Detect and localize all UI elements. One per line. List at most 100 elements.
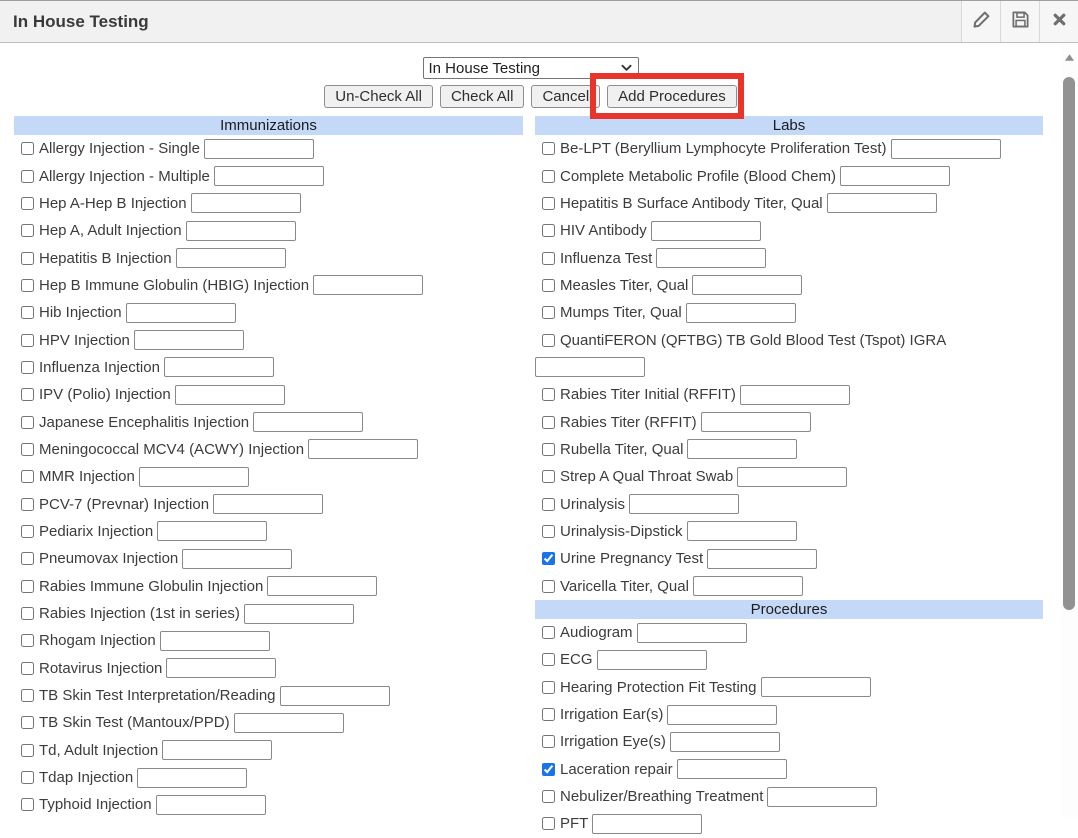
checkbox-hiv-antibody[interactable] <box>542 224 555 237</box>
checkbox-measles-titer-qual[interactable] <box>542 279 555 292</box>
save-button[interactable] <box>1000 1 1039 42</box>
checkbox-hep-a-hep-b-injection[interactable] <box>21 197 34 210</box>
count-input-tdap-injection[interactable] <box>137 768 247 788</box>
add-procedures-button[interactable]: Add Procedures <box>607 85 737 108</box>
count-input-rabies-titer-initial-rffit[interactable] <box>740 385 850 405</box>
count-input-influenza-test[interactable] <box>656 248 766 268</box>
count-input-hep-a-hep-b-injection[interactable] <box>191 193 301 213</box>
checkbox-allergy-injection-multiple[interactable] <box>21 170 34 183</box>
checkbox-hpv-injection[interactable] <box>21 334 34 347</box>
vertical-scrollbar[interactable] <box>1061 44 1078 817</box>
checkbox-rabies-titer-rffit[interactable] <box>542 416 555 429</box>
checkbox-mmr-injection[interactable] <box>21 470 34 483</box>
checkbox-pcv-7-prevnar-injection[interactable] <box>21 498 34 511</box>
count-input-rhogam-injection[interactable] <box>160 631 270 651</box>
count-input-influenza-injection[interactable] <box>164 357 274 377</box>
checkbox-hep-b-immune-globulin-hbig-injection[interactable] <box>21 279 34 292</box>
checkbox-tb-skin-test-mantoux-ppd[interactable] <box>21 716 34 729</box>
checkbox-hearing-protection-fit-testing[interactable] <box>542 681 555 694</box>
count-input-hearing-protection-fit-testing[interactable] <box>761 677 871 697</box>
count-input-quantiferon-qftbg-tb-gold-blood-test-tspot-igra[interactable] <box>535 357 645 377</box>
checkbox-japanese-encephalitis-injection[interactable] <box>21 416 34 429</box>
scroll-up-icon[interactable] <box>1063 50 1076 64</box>
check-all-button[interactable]: Check All <box>440 85 525 108</box>
count-input-hepatitis-b-injection[interactable] <box>176 248 286 268</box>
checkbox-influenza-injection[interactable] <box>21 361 34 374</box>
count-input-urine-pregnancy-test[interactable] <box>707 549 817 569</box>
checkbox-ipv-polio-injection[interactable] <box>21 388 34 401</box>
checkbox-tdap-injection[interactable] <box>21 771 34 784</box>
checkbox-urine-pregnancy-test[interactable] <box>542 552 555 565</box>
checkbox-complete-metabolic-profile-blood-chem[interactable] <box>542 170 555 183</box>
checkbox-be-lpt-beryllium-lymphocyte-proliferation-test[interactable] <box>542 142 555 155</box>
count-input-meningococcal-mcv4-acwy-injection[interactable] <box>308 439 418 459</box>
checkbox-pft[interactable] <box>542 817 555 830</box>
count-input-japanese-encephalitis-injection[interactable] <box>253 412 363 432</box>
cancel-button[interactable]: Cancel <box>531 85 600 108</box>
checkbox-hib-injection[interactable] <box>21 306 34 319</box>
checkbox-hep-a-adult-injection[interactable] <box>21 224 34 237</box>
count-input-hpv-injection[interactable] <box>134 330 244 350</box>
count-input-typhoid-injection[interactable] <box>156 795 266 815</box>
checkbox-rhogam-injection[interactable] <box>21 634 34 647</box>
count-input-varicella-titer-qual[interactable] <box>693 576 803 596</box>
count-input-mmr-injection[interactable] <box>139 467 249 487</box>
count-input-pneumovax-injection[interactable] <box>182 549 292 569</box>
checkbox-allergy-injection-single[interactable] <box>21 142 34 155</box>
count-input-allergy-injection-multiple[interactable] <box>214 166 324 186</box>
count-input-strep-a-qual-throat-swab[interactable] <box>737 467 847 487</box>
checkbox-typhoid-injection[interactable] <box>21 798 34 811</box>
checkbox-rabies-injection-1st-in-series[interactable] <box>21 607 34 620</box>
count-input-be-lpt-beryllium-lymphocyte-proliferation-test[interactable] <box>891 139 1001 159</box>
checkbox-varicella-titer-qual[interactable] <box>542 580 555 593</box>
count-input-urinalysis[interactable] <box>629 494 739 514</box>
count-input-hiv-antibody[interactable] <box>651 221 761 241</box>
checkbox-pneumovax-injection[interactable] <box>21 552 34 565</box>
count-input-audiogram[interactable] <box>637 623 747 643</box>
checkbox-laceration-repair[interactable] <box>542 763 555 776</box>
checkbox-hepatitis-b-injection[interactable] <box>21 252 34 265</box>
count-input-hepatitis-b-surface-antibody-titer-qual[interactable] <box>827 193 937 213</box>
checkbox-influenza-test[interactable] <box>542 252 555 265</box>
count-input-nebulizer-breathing-treatment[interactable] <box>767 787 877 807</box>
checkbox-hepatitis-b-surface-antibody-titer-qual[interactable] <box>542 197 555 210</box>
checkbox-strep-a-qual-throat-swab[interactable] <box>542 470 555 483</box>
count-input-rotavirus-injection[interactable] <box>166 658 276 678</box>
count-input-ecg[interactable] <box>597 650 707 670</box>
count-input-irrigation-ear-s[interactable] <box>667 705 777 725</box>
count-input-rabies-titer-rffit[interactable] <box>701 412 811 432</box>
checkbox-audiogram[interactable] <box>542 626 555 639</box>
count-input-hep-b-immune-globulin-hbig-injection[interactable] <box>313 275 423 295</box>
count-input-pediarix-injection[interactable] <box>157 521 267 541</box>
checkbox-irrigation-eye-s[interactable] <box>542 735 555 748</box>
close-button[interactable] <box>1039 1 1078 42</box>
count-input-tb-skin-test-interpretation-reading[interactable] <box>280 686 390 706</box>
count-input-urinalysis-dipstick[interactable] <box>687 521 797 541</box>
checkbox-meningococcal-mcv4-acwy-injection[interactable] <box>21 443 34 456</box>
checkbox-td-adult-injection[interactable] <box>21 744 34 757</box>
checkbox-rotavirus-injection[interactable] <box>21 662 34 675</box>
checkbox-mumps-titer-qual[interactable] <box>542 306 555 319</box>
checkbox-rabies-titer-initial-rffit[interactable] <box>542 388 555 401</box>
edit-button[interactable] <box>961 1 1000 42</box>
count-input-hep-a-adult-injection[interactable] <box>186 221 296 241</box>
checkbox-nebulizer-breathing-treatment[interactable] <box>542 790 555 803</box>
checkbox-urinalysis[interactable] <box>542 498 555 511</box>
checkbox-tb-skin-test-interpretation-reading[interactable] <box>21 689 34 702</box>
category-select[interactable]: In House Testing <box>423 57 639 79</box>
count-input-rabies-immune-globulin-injection[interactable] <box>267 576 377 596</box>
un-check-all-button[interactable]: Un-Check All <box>324 85 433 108</box>
checkbox-pediarix-injection[interactable] <box>21 525 34 538</box>
checkbox-ecg[interactable] <box>542 653 555 666</box>
checkbox-quantiferon-qftbg-tb-gold-blood-test-tspot-igra[interactable] <box>542 334 555 347</box>
count-input-tb-skin-test-mantoux-ppd[interactable] <box>234 713 344 733</box>
count-input-irrigation-eye-s[interactable] <box>670 732 780 752</box>
checkbox-urinalysis-dipstick[interactable] <box>542 525 555 538</box>
count-input-allergy-injection-single[interactable] <box>204 139 314 159</box>
checkbox-rabies-immune-globulin-injection[interactable] <box>21 580 34 593</box>
count-input-mumps-titer-qual[interactable] <box>686 303 796 323</box>
count-input-rabies-injection-1st-in-series[interactable] <box>244 604 354 624</box>
checkbox-irrigation-ear-s[interactable] <box>542 708 555 721</box>
scrollbar-thumb[interactable] <box>1063 77 1075 610</box>
count-input-laceration-repair[interactable] <box>677 759 787 779</box>
